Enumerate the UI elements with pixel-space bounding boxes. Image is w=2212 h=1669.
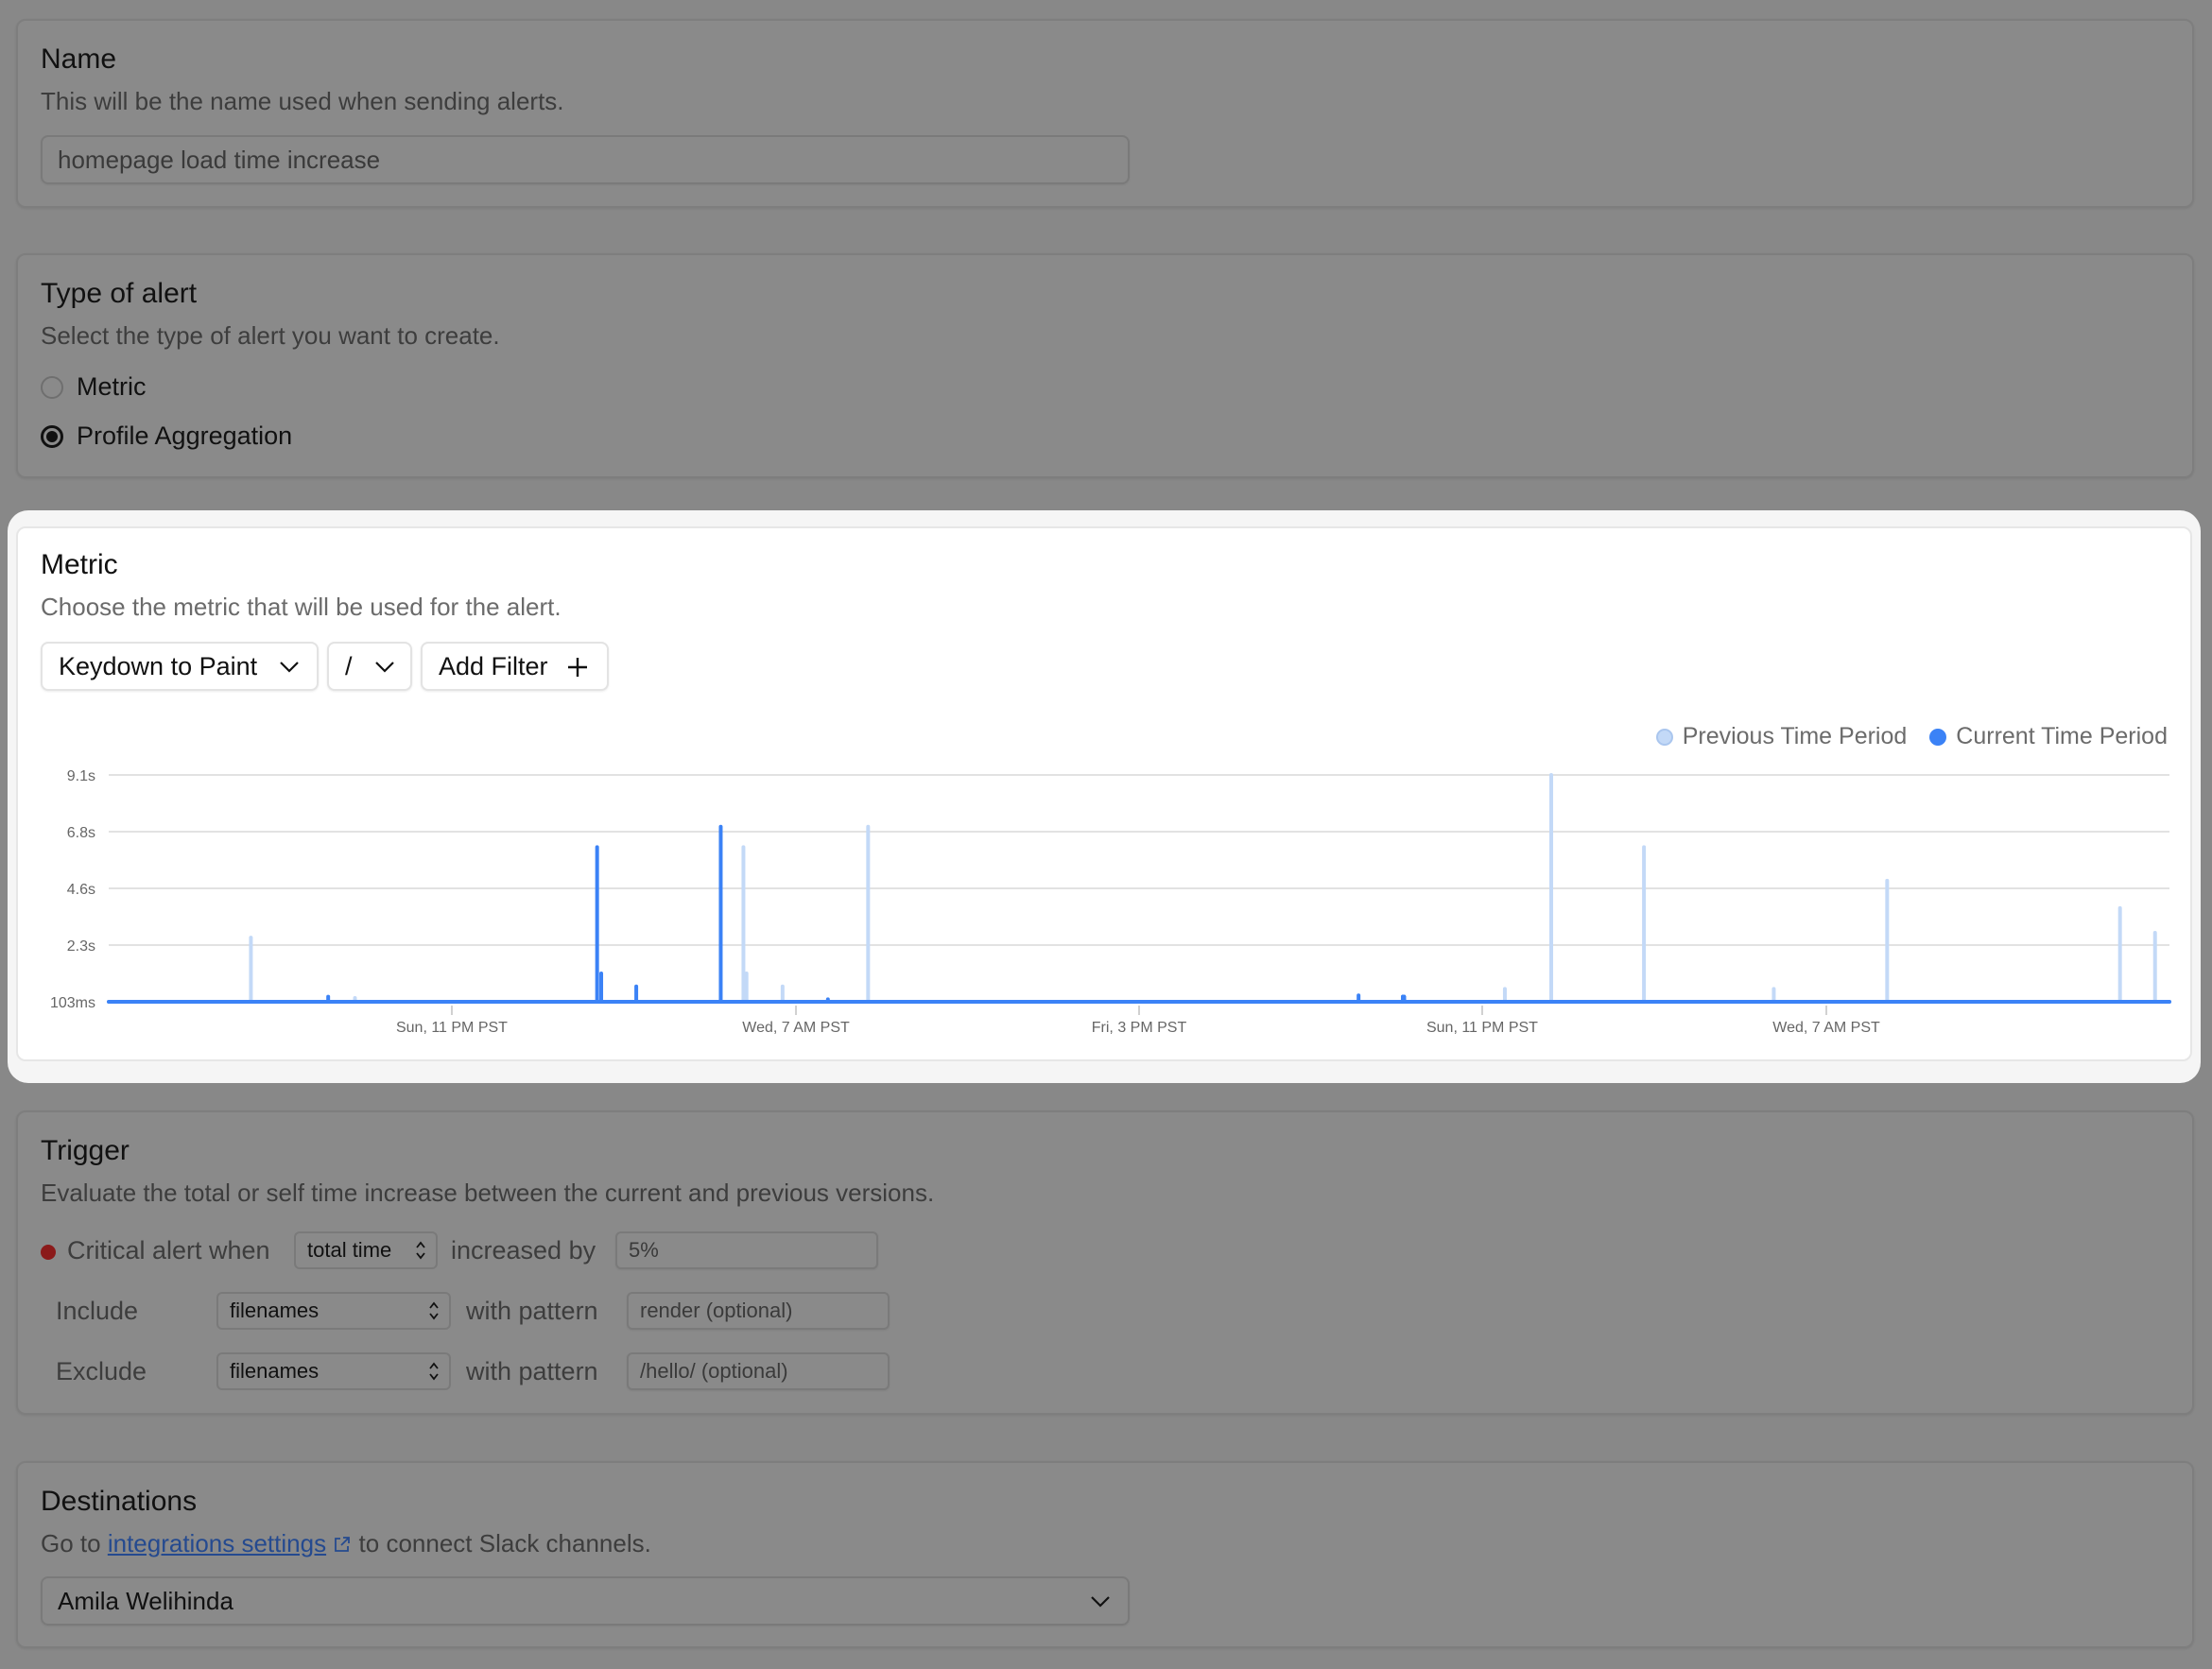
trigger-section: Trigger Evaluate the total or self time … — [16, 1110, 2194, 1415]
destinations-section-title: Destinations — [41, 1486, 198, 1517]
x-tick-label: Sun, 11 PM PST — [396, 1020, 508, 1036]
x-tick-label: Wed, 7 AM PST — [742, 1020, 850, 1036]
destination-select-value: Amila Welihinda — [58, 1586, 233, 1615]
include-select[interactable]: filenames — [216, 1292, 451, 1330]
external-link-icon — [335, 1537, 351, 1552]
destinations-section: Destinations Go to integrations settings… — [16, 1461, 2194, 1648]
include-select-value: filenames — [230, 1299, 320, 1322]
time-type-select[interactable]: total time — [294, 1231, 438, 1269]
critical-alert-label: Critical alert when — [67, 1236, 270, 1265]
type-section-description: Select the type of alert you want to cre… — [41, 321, 500, 350]
metric-select[interactable]: Keydown to Paint — [41, 642, 319, 691]
trigger-section-title: Trigger — [41, 1135, 130, 1166]
name-section: Name This will be the name used when sen… — [16, 19, 2194, 208]
legend-dot-current — [1929, 728, 1947, 746]
y-tick-label: 6.8s — [67, 825, 95, 841]
x-tick-label: Wed, 7 AM PST — [1772, 1020, 1880, 1036]
y-tick-label: 2.3s — [67, 938, 95, 955]
trigger-section-description: Evaluate the total or self time increase… — [41, 1179, 935, 1207]
updown-chevron-icon — [416, 1241, 425, 1260]
legend-label-current: Current Time Period — [1956, 723, 2168, 749]
type-section: Type of alert Select the type of alert y… — [16, 253, 2194, 478]
metric-section-description: Choose the metric that will be used for … — [41, 593, 562, 621]
radio-profile-aggregation[interactable]: Profile Aggregation — [41, 422, 292, 451]
type-section-title: Type of alert — [41, 278, 198, 309]
destinations-section-description: Go to integrations settings to connect S… — [41, 1529, 651, 1558]
include-label: Include — [56, 1297, 139, 1325]
exclude-pattern-placeholder: /hello/ (optional) — [640, 1359, 788, 1383]
chart-legend: Previous Time Period Current Time Period — [1645, 723, 2168, 750]
updown-chevron-icon — [429, 1362, 439, 1381]
destination-select[interactable]: Amila Welihinda — [41, 1576, 1130, 1626]
y-tick-label: 4.6s — [67, 882, 95, 898]
exclude-with-pattern-label: with pattern — [466, 1357, 598, 1385]
name-section-title: Name — [41, 43, 117, 75]
radio-profile-aggregation-circle[interactable] — [41, 424, 63, 448]
time-type-value: total time — [307, 1238, 392, 1262]
x-tick-label: Fri, 3 PM PST — [1092, 1020, 1187, 1036]
alert-name-input[interactable]: homepage load time increase — [41, 135, 1130, 184]
chevron-down-icon — [280, 662, 299, 673]
metric-section-title: Metric — [41, 549, 118, 580]
legend-dot-previous — [1655, 728, 1673, 746]
integrations-settings-link[interactable]: integrations settings — [108, 1529, 326, 1557]
path-select-value: / — [345, 651, 353, 680]
exclude-select[interactable]: filenames — [216, 1352, 451, 1390]
metric-section: Metric Choose the metric that will be us… — [16, 526, 2192, 1061]
destinations-desc-prefix: Go to — [41, 1529, 101, 1557]
include-pattern-placeholder: render (optional) — [640, 1299, 793, 1322]
add-filter-button[interactable]: Add Filter — [421, 642, 609, 691]
exclude-pattern-input[interactable]: /hello/ (optional) — [627, 1352, 890, 1390]
critical-dot — [41, 1245, 56, 1260]
radio-metric-circle[interactable] — [41, 375, 63, 399]
x-tick-label: Sun, 11 PM PST — [1426, 1020, 1538, 1036]
increased-by-value: 5% — [629, 1238, 659, 1262]
name-section-description: This will be the name used when sending … — [41, 87, 564, 115]
plus-icon — [568, 658, 587, 677]
metric-select-value: Keydown to Paint — [59, 651, 258, 680]
radio-metric-label: Metric — [77, 372, 147, 401]
updown-chevron-icon — [429, 1301, 439, 1320]
add-filter-label: Add Filter — [439, 651, 548, 680]
legend-label-previous: Previous Time Period — [1682, 723, 1908, 749]
chevron-down-icon — [1091, 1596, 1110, 1608]
chevron-down-icon — [375, 662, 394, 673]
include-with-pattern-label: with pattern — [466, 1297, 598, 1325]
radio-profile-aggregation-label: Profile Aggregation — [77, 422, 293, 450]
alert-name-value: homepage load time increase — [58, 145, 381, 174]
increased-by-label: increased by — [451, 1236, 596, 1265]
exclude-label: Exclude — [56, 1357, 147, 1385]
exclude-select-value: filenames — [230, 1359, 320, 1383]
increased-by-input[interactable]: 5% — [615, 1231, 878, 1269]
include-pattern-input[interactable]: render (optional) — [627, 1292, 890, 1330]
y-tick-label: 9.1s — [67, 768, 95, 784]
y-tick-label: 103ms — [50, 995, 95, 1011]
destinations-desc-suffix: to connect Slack channels. — [358, 1529, 651, 1557]
path-select[interactable]: / — [327, 642, 412, 691]
legend-item-current[interactable]: Current Time Period — [1929, 723, 2168, 750]
radio-metric[interactable]: Metric — [41, 372, 147, 402]
legend-item-previous[interactable]: Previous Time Period — [1655, 723, 1908, 750]
chart: 103ms 2.3s 4.6s 6.8s 9.1s Sun, 11 PM PST Wed,… — [50, 768, 2171, 1036]
